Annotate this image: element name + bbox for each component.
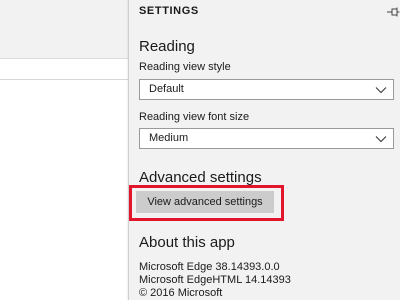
settings-panel: SETTINGS Reading Reading view style Defa… — [128, 0, 400, 300]
settings-header: SETTINGS — [139, 5, 400, 21]
copyright: © 2016 Microsoft — [139, 287, 223, 299]
background-toolbar — [0, 0, 128, 59]
edgehtml-version: Microsoft EdgeHTML 14.14393 — [139, 274, 291, 286]
chevron-down-icon — [375, 87, 387, 94]
pin-icon[interactable] — [386, 6, 400, 18]
settings-title: SETTINGS — [139, 5, 199, 17]
reading-view-style-label: Reading view style — [139, 61, 231, 73]
about-heading: About this app — [139, 234, 235, 251]
reading-heading: Reading — [139, 38, 195, 55]
background-divider — [0, 79, 128, 80]
reading-view-font-size-label: Reading view font size — [139, 111, 250, 123]
reading-view-style-select[interactable]: Default — [139, 79, 394, 100]
reading-view-style-value: Default — [149, 83, 184, 95]
chevron-down-icon — [375, 136, 387, 143]
reading-view-font-size-select[interactable]: Medium — [139, 128, 394, 149]
reading-view-font-size-value: Medium — [149, 132, 189, 144]
edge-version: Microsoft Edge 38.14393.0.0 — [139, 261, 280, 273]
advanced-settings-heading: Advanced settings — [139, 169, 262, 186]
background-page — [0, 0, 128, 300]
view-advanced-settings-button[interactable]: View advanced settings — [136, 191, 274, 213]
